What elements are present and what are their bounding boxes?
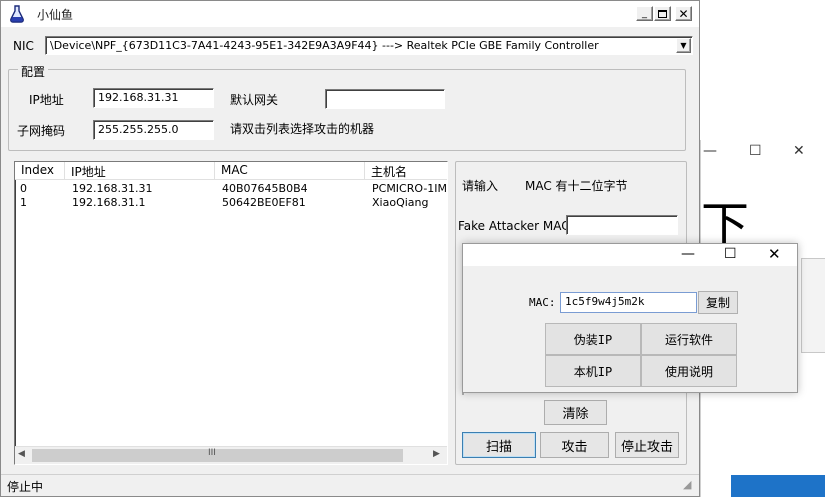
cell-ip: 192.168.31.1 — [72, 196, 146, 209]
subnet-input[interactable]: 255.255.255.0 — [93, 120, 214, 140]
gateway-label: 默认网关 — [230, 93, 279, 107]
maximize-icon[interactable]: ☐ — [749, 143, 762, 159]
clear-button[interactable]: 清除 — [544, 400, 607, 425]
ip-input[interactable]: 192.168.31.31 — [93, 88, 214, 108]
popup-minimize-icon[interactable]: — — [681, 246, 695, 262]
column-header-mac[interactable]: MAC — [215, 162, 365, 180]
chevron-down-icon: ▼ — [680, 41, 687, 50]
host-list-header: Index IP地址 MAC 主机名 — [15, 162, 447, 180]
ip-value: 192.168.31.31 — [98, 91, 179, 104]
prompt-label: 请输入 — [462, 179, 499, 193]
window-title: 小仙鱼 — [37, 8, 74, 22]
status-text: 停止中 — [7, 480, 44, 494]
fake-mac-label: Fake Attacker MAC: — [458, 219, 574, 233]
cell-index: 1 — [20, 196, 27, 209]
resize-grip-icon[interactable]: ◢ — [683, 478, 691, 491]
nic-dropdown-button[interactable]: ▼ — [676, 38, 691, 53]
minimize-icon[interactable]: — — [703, 143, 717, 159]
background-panel — [801, 258, 825, 353]
maximize-button[interactable] — [654, 6, 671, 21]
popup-mac-input[interactable]: 1c5f9w4j5m2k — [560, 292, 697, 313]
host-list[interactable]: Index IP地址 MAC 主机名 0 192.168.31.31 40B07… — [14, 161, 448, 465]
mac-hint-label: MAC 有十二位字节 — [525, 179, 628, 193]
cell-mac: 40B07645B0B4 — [222, 182, 308, 195]
scroll-thumb[interactable]: III — [32, 448, 403, 462]
minimize-button[interactable]: _ — [636, 6, 653, 21]
scroll-grip-icon: III — [208, 448, 216, 458]
scroll-left-icon[interactable]: ◀ — [18, 449, 25, 459]
column-header-ip[interactable]: IP地址 — [65, 162, 215, 180]
scan-button[interactable]: 扫描 — [462, 432, 536, 458]
gateway-input[interactable] — [325, 89, 445, 109]
cell-hostname: PCMICRO-1IMN — [372, 182, 447, 195]
attack-button[interactable]: 攻击 — [540, 432, 609, 458]
popup-title-bar: — ☐ ✕ — [463, 244, 797, 266]
fake-ip-button[interactable]: 伪装IP — [545, 323, 641, 355]
table-row[interactable]: 1 192.168.31.1 50642BE0EF81 XiaoQiang — [15, 196, 447, 210]
nic-value: \Device\NPF_{673D11C3-7A41-4243-95E1-342… — [50, 39, 599, 52]
cell-hostname: XiaoQiang — [372, 196, 429, 209]
status-bar: 停止中 ◢ — [1, 474, 699, 496]
maximize-icon — [658, 9, 667, 18]
minimize-icon: _ — [642, 8, 647, 19]
title-bar: 小仙鱼 _ ✕ — [1, 1, 699, 27]
popup-mac-value: 1c5f9w4j5m2k — [565, 295, 645, 308]
config-group-label: 配置 — [18, 63, 49, 80]
popup-close-icon[interactable]: ✕ — [768, 245, 781, 263]
popup-mac-label: MAC: — [529, 296, 556, 309]
cell-index: 0 — [20, 182, 27, 195]
subnet-value: 255.255.255.0 — [98, 123, 179, 136]
taskbar-strip — [731, 475, 825, 497]
horizontal-scrollbar[interactable]: ◀ III ▶ — [15, 446, 447, 464]
stop-attack-button[interactable]: 停止攻击 — [615, 432, 679, 458]
fake-mac-input[interactable] — [566, 215, 678, 235]
popup-maximize-icon[interactable]: ☐ — [724, 246, 737, 262]
cell-mac: 50642BE0EF81 — [222, 196, 306, 209]
run-software-button[interactable]: 运行软件 — [641, 323, 737, 355]
nic-select[interactable]: \Device\NPF_{673D11C3-7A41-4243-95E1-342… — [45, 36, 693, 55]
scroll-right-icon[interactable]: ▶ — [433, 449, 440, 459]
close-icon[interactable]: ✕ — [793, 143, 805, 159]
column-header-index[interactable]: Index — [15, 162, 65, 180]
ip-label: IP地址 — [29, 93, 64, 107]
copy-button[interactable]: 复制 — [698, 291, 738, 314]
mac-popup-window: — ☐ ✕ MAC: 1c5f9w4j5m2k 复制 伪装IP 运行软件 本机I… — [462, 243, 798, 393]
subnet-label: 子网掩码 — [17, 124, 66, 138]
hint-text: 请双击列表选择攻击的机器 — [230, 122, 375, 136]
close-icon: ✕ — [678, 6, 689, 21]
table-row[interactable]: 0 192.168.31.31 40B07645B0B4 PCMICRO-1IM… — [15, 182, 447, 196]
cell-ip: 192.168.31.31 — [72, 182, 153, 195]
column-header-hostname[interactable]: 主机名 — [365, 162, 447, 180]
local-ip-button[interactable]: 本机IP — [545, 355, 641, 387]
close-button[interactable]: ✕ — [675, 6, 692, 21]
nic-label: NIC — [13, 39, 34, 53]
manual-button[interactable]: 使用说明 — [641, 355, 737, 387]
app-flask-icon — [10, 5, 24, 23]
